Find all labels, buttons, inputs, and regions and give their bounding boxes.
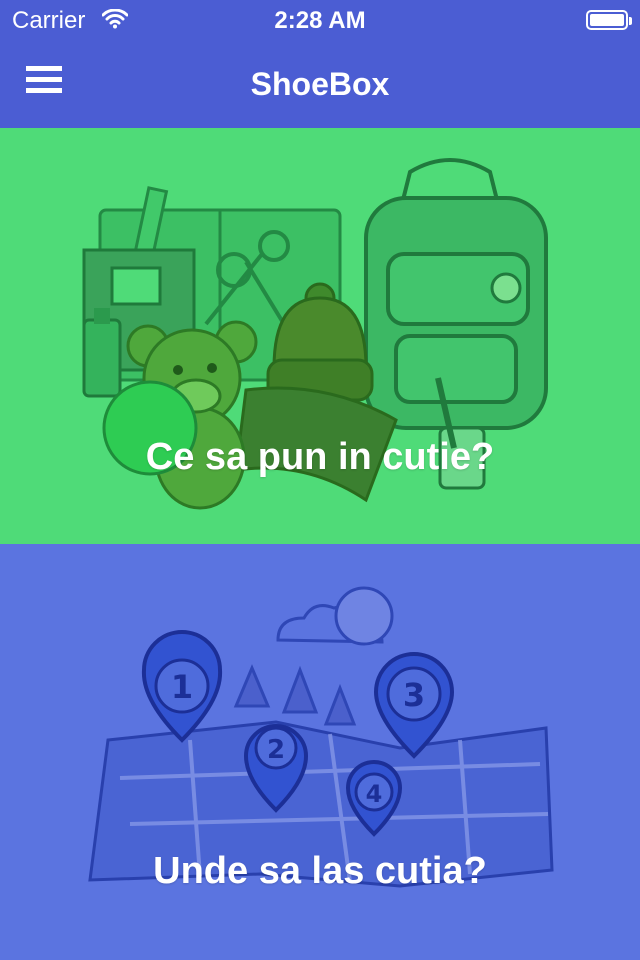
svg-text:4: 4 [366, 780, 383, 808]
what-to-pack-panel[interactable]: Ce sa pun in cutie? [0, 128, 640, 544]
page-title: ShoeBox [250, 66, 390, 102]
svg-text:1: 1 [171, 668, 193, 706]
status-bar: Carrier 2:28 AM [0, 0, 640, 40]
status-time: 2:28 AM [274, 7, 366, 34]
where-to-leave-label: Unde sa las cutia? [153, 850, 487, 892]
school-supplies-illustration [82, 158, 548, 510]
top-bar: Carrier 2:28 AM ShoeBox [0, 0, 640, 128]
svg-text:3: 3 [403, 676, 425, 714]
where-to-leave-panel[interactable]: 1 2 3 4 Unde sa las cutia? [0, 544, 640, 960]
battery-icon [586, 10, 632, 30]
what-to-pack-label: Ce sa pun in cutie? [145, 436, 495, 478]
svg-text:2: 2 [267, 735, 285, 765]
map-pins-illustration: 1 2 3 4 [88, 586, 554, 888]
